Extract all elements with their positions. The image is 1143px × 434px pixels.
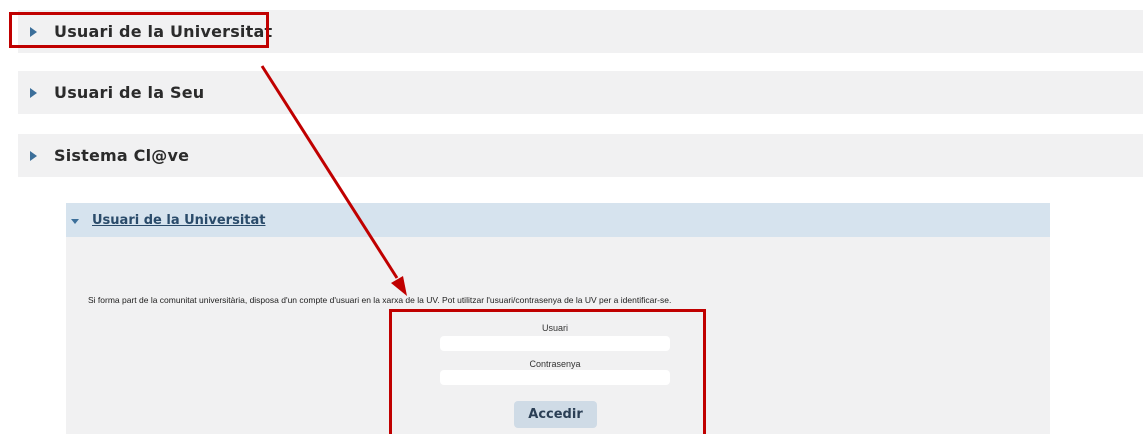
- login-panel: Usuari de la Universitat Si forma part d…: [66, 203, 1050, 434]
- password-label: Contrasenya: [529, 359, 581, 369]
- accordion-label: Usuari de la Universitat: [54, 22, 273, 41]
- user-input[interactable]: [440, 336, 670, 351]
- triangle-down-icon: [71, 218, 79, 224]
- panel-title[interactable]: Usuari de la Universitat: [92, 213, 265, 228]
- triangle-right-icon: [30, 87, 37, 98]
- panel-info-text: Si forma part de la comunitat università…: [88, 295, 672, 305]
- accordion-usuari-universitat[interactable]: Usuari de la Universitat: [18, 10, 1143, 53]
- accordion-usuari-seu[interactable]: Usuari de la Seu: [18, 71, 1143, 114]
- login-page: Usuari de la Universitat Usuari de la Se…: [0, 0, 1143, 434]
- accordion-label: Sistema Cl@ve: [54, 146, 190, 165]
- triangle-right-icon: [30, 26, 37, 37]
- panel-header[interactable]: Usuari de la Universitat: [66, 203, 1050, 237]
- accordion-sistema-clave[interactable]: Sistema Cl@ve: [18, 134, 1143, 177]
- user-label: Usuari: [541, 323, 568, 333]
- accordion-label: Usuari de la Seu: [54, 83, 205, 102]
- submit-button[interactable]: Accedir: [514, 401, 597, 428]
- password-input[interactable]: [440, 370, 670, 385]
- triangle-right-icon: [30, 150, 37, 161]
